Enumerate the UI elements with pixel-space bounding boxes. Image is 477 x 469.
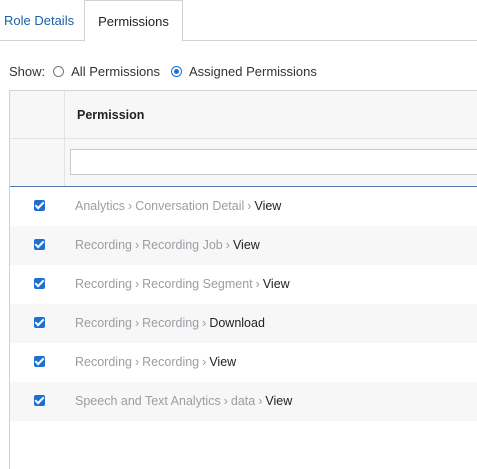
tab-role-details[interactable]: Role Details	[0, 0, 84, 41]
permission-path: Analytics › Conversation Detail › View	[75, 199, 281, 213]
all-permissions-label[interactable]: All Permissions	[71, 64, 160, 79]
permission-checkbox[interactable]	[34, 278, 45, 289]
permission-filter-input[interactable]	[70, 149, 477, 175]
permission-domain: Recording	[75, 238, 132, 252]
permission-domain: Recording	[75, 355, 132, 369]
assigned-permissions-radio[interactable]	[171, 65, 182, 77]
permission-entity: Recording	[142, 355, 200, 369]
chevron-right-icon: ›	[134, 238, 140, 252]
table-row: Speech and Text Analytics › data › View	[10, 382, 477, 421]
permission-entity: Conversation Detail	[135, 199, 245, 213]
chevron-right-icon: ›	[202, 355, 207, 369]
permission-action: View	[232, 238, 260, 252]
all-permissions-radio[interactable]	[53, 65, 65, 77]
permission-entity: data	[230, 394, 256, 408]
table-header: Permission	[10, 91, 477, 139]
permission-checkbox[interactable]	[34, 200, 45, 211]
permission-checkbox[interactable]	[34, 239, 45, 250]
table-row: Analytics › Conversation Detail › View	[10, 187, 477, 226]
chevron-right-icon: ›	[134, 277, 140, 291]
permission-action: View	[265, 394, 293, 408]
permission-path: Recording › Recording Job › View	[75, 238, 260, 252]
chevron-right-icon: ›	[223, 394, 228, 408]
permission-domain: Recording	[75, 277, 132, 291]
show-filter: Show: All Permissions Assigned Permissio…	[9, 62, 328, 80]
tab-bar: Role Details Permissions	[0, 0, 477, 42]
tab-permissions[interactable]: Permissions	[84, 0, 183, 42]
chevron-right-icon: ›	[128, 199, 133, 213]
permission-checkbox[interactable]	[34, 395, 45, 406]
chevron-right-icon: ›	[258, 394, 263, 408]
permission-entity: Recording Segment	[142, 277, 253, 291]
permission-domain: Recording	[75, 316, 132, 330]
table-row: Recording › Recording › View	[10, 343, 477, 382]
permission-path: Speech and Text Analytics › data › View	[75, 394, 292, 408]
permission-action: View	[262, 277, 290, 291]
chevron-right-icon: ›	[247, 199, 252, 213]
permission-path: Recording › Recording › Download	[75, 316, 265, 330]
permission-action: View	[254, 199, 282, 213]
chevron-right-icon: ›	[134, 355, 140, 369]
permission-domain: Speech and Text Analytics	[75, 394, 221, 408]
filter-row	[10, 139, 477, 187]
permission-checkbox[interactable]	[34, 317, 45, 328]
permission-action: View	[209, 355, 237, 369]
permissions-table: Permission Analytics › Conversation Detail…	[9, 90, 477, 469]
permission-rows: Analytics › Conversation Detail › View Record…	[10, 187, 477, 421]
chevron-right-icon: ›	[202, 316, 207, 330]
assigned-permissions-label[interactable]: Assigned Permissions	[189, 64, 317, 79]
table-row: Recording › Recording Job › View	[10, 226, 477, 265]
show-label: Show:	[9, 63, 46, 79]
permission-path: Recording › Recording Segment › View	[75, 277, 290, 291]
chevron-right-icon: ›	[225, 238, 230, 252]
permission-action: Download	[209, 316, 265, 330]
permission-domain: Analytics	[75, 199, 126, 213]
chevron-right-icon: ›	[134, 316, 140, 330]
permission-entity: Recording	[142, 316, 200, 330]
permission-column-header[interactable]: Permission	[77, 108, 144, 122]
chevron-right-icon: ›	[255, 277, 260, 291]
permission-entity: Recording Job	[142, 238, 223, 252]
table-row: Recording › Recording Segment › View	[10, 265, 477, 304]
checkbox-column-header	[10, 91, 65, 138]
permission-checkbox[interactable]	[34, 356, 45, 367]
permissions-page: Role Details Permissions Show: All Permi…	[0, 0, 477, 469]
table-row: Recording › Recording › Download	[10, 304, 477, 343]
permission-path: Recording › Recording › View	[75, 355, 236, 369]
filter-checkbox-cell	[10, 139, 65, 186]
